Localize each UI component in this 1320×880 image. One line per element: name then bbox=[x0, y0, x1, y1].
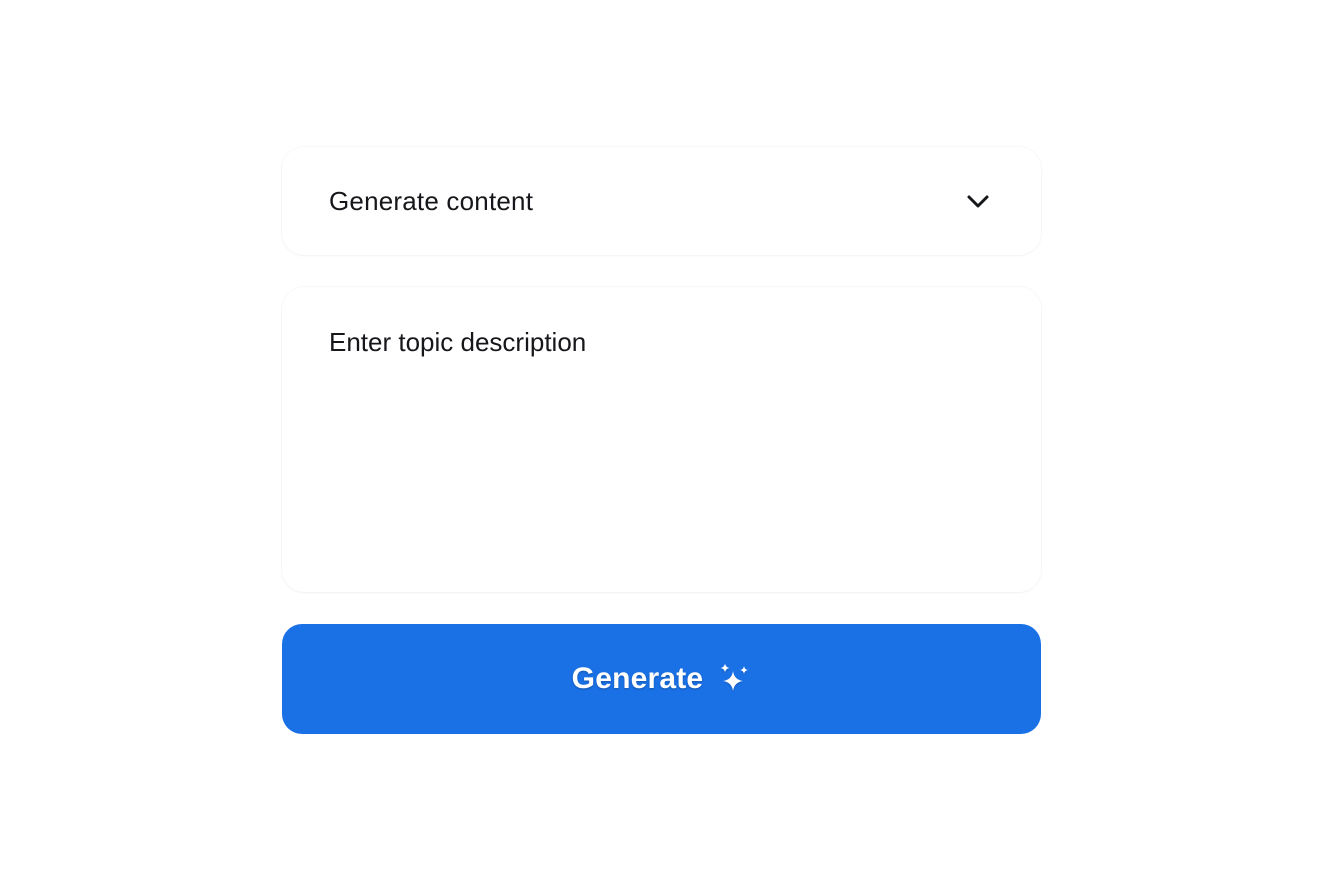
topic-description-wrapper bbox=[282, 287, 1041, 592]
content-type-select[interactable]: Generate content bbox=[282, 147, 1041, 255]
generate-button-label: Generate bbox=[571, 662, 704, 695]
generate-button[interactable]: Generate bbox=[282, 624, 1041, 734]
generate-form: Generate content Generate bbox=[282, 147, 1041, 734]
chevron-down-icon[interactable] bbox=[965, 188, 991, 214]
sparkles-icon bbox=[719, 663, 751, 695]
topic-description-input[interactable] bbox=[329, 327, 994, 552]
content-type-value: Generate content bbox=[329, 185, 534, 216]
